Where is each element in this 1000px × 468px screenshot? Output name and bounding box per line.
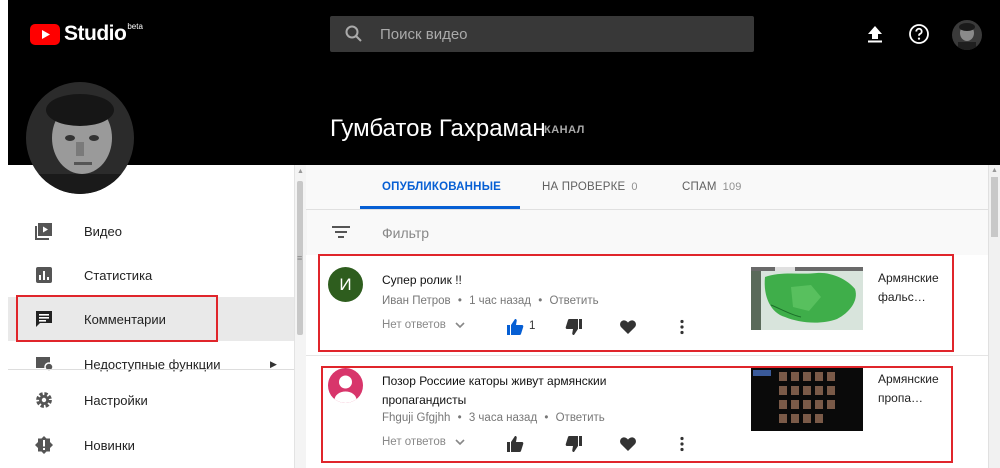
filter-bar[interactable]: Фильтр (306, 210, 988, 255)
sidebar-item-label: Новинки (84, 437, 135, 453)
annotation-box (318, 254, 954, 352)
tab-spam[interactable]: СПАМ 109 (682, 181, 742, 193)
search-bar[interactable] (330, 16, 754, 52)
active-tab-indicator (360, 206, 520, 209)
analytics-icon (36, 267, 52, 283)
annotation-box (321, 366, 953, 463)
scroll-up-icon[interactable]: ▲ (991, 167, 998, 174)
gear-icon (36, 392, 52, 408)
unavailable-features-icon (36, 357, 54, 372)
studio-header: Studio beta Гумбатов Гахраман КАНАЛ (8, 0, 1000, 165)
scroll-grip-icon: ≡ (297, 253, 303, 263)
search-input[interactable] (378, 24, 742, 44)
channel-tag: КАНАЛ (544, 124, 585, 136)
account-photo-icon (952, 20, 982, 50)
tab-published[interactable]: ОПУБЛИКОВАННЫЕ (382, 181, 501, 193)
sidebar-item-label: Видео (84, 223, 122, 239)
sidebar-item-label: Настройки (84, 392, 148, 408)
main-scroll-thumb[interactable] (991, 177, 998, 237)
sidebar-divider (8, 369, 294, 370)
filter-icon[interactable] (332, 225, 350, 239)
sidebar-item-analytics[interactable]: Статистика (8, 253, 294, 297)
search-icon[interactable] (344, 24, 364, 44)
whats-new-icon (35, 436, 53, 454)
upload-icon[interactable] (864, 23, 886, 45)
main-scrollbar[interactable]: ▲ (988, 165, 1000, 468)
account-avatar[interactable] (952, 20, 982, 50)
sidebar-item-settings[interactable]: Настройки (8, 378, 294, 422)
annotation-box (16, 295, 218, 342)
sidebar-item-label: Статистика (84, 267, 153, 283)
tab-count: 0 (631, 181, 638, 193)
help-icon[interactable] (908, 23, 930, 45)
sidebar-item-whats-new[interactable]: Новинки (8, 423, 294, 467)
tab-review[interactable]: НА ПРОВЕРКЕ 0 (542, 181, 638, 193)
beta-badge: beta (127, 21, 143, 31)
channel-name: Гумбатов Гахраман (330, 115, 546, 142)
studio-logo[interactable]: Studio beta (30, 22, 143, 46)
studio-wordmark: Studio (64, 22, 127, 45)
tab-count: 109 (722, 181, 742, 193)
youtube-logo-icon (30, 23, 60, 45)
filter-input[interactable]: Фильтр (382, 225, 429, 241)
video-icon (35, 223, 52, 240)
scroll-up-icon[interactable]: ▲ (297, 168, 304, 175)
sidebar-item-video[interactable]: Видео (8, 209, 294, 253)
channel-photo-icon (26, 82, 134, 194)
comment-tabs: ОПУБЛИКОВАННЫЕ НА ПРОВЕРКЕ 0 СПАМ 109 (306, 165, 988, 210)
left-edge (0, 0, 8, 468)
channel-avatar[interactable] (26, 82, 134, 194)
